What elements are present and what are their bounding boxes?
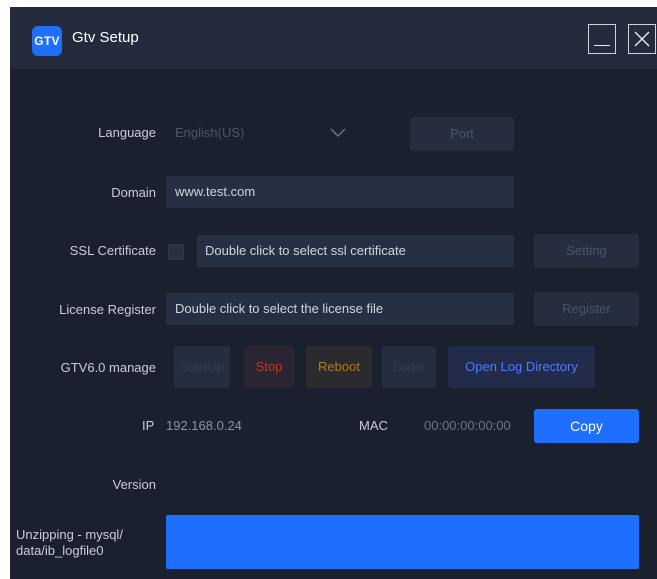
stop-button[interactable]: Stop: [244, 346, 294, 388]
language-selected-value: English(US): [175, 125, 245, 140]
ip-label: IP: [142, 418, 155, 433]
license-register-label: License Register: [59, 302, 156, 317]
setup-window: GTV Gtv Setup Language English(US) Port …: [10, 7, 657, 579]
domain-label: Domain: [111, 185, 156, 200]
progress-bar-fill: [166, 515, 639, 569]
login-button[interactable]: Login: [382, 346, 436, 388]
open-log-directory-button[interactable]: Open Log Directory: [448, 346, 595, 388]
setting-button[interactable]: Setting: [534, 234, 639, 268]
close-icon: [634, 31, 650, 47]
startup-button[interactable]: StartUp: [174, 346, 230, 388]
title-bar: GTV Gtv Setup: [10, 7, 657, 69]
ssl-certificate-input[interactable]: Double click to select ssl certificate: [197, 235, 514, 267]
gtv-manage-label: GTV6.0 manage: [60, 360, 156, 375]
register-button[interactable]: Register: [534, 292, 639, 326]
ssl-certificate-label: SSL Certificate: [69, 243, 156, 258]
port-button[interactable]: Port: [410, 117, 514, 151]
progress-status-label: Unzipping - mysql/ data/ib_logfile0: [16, 527, 123, 558]
license-file-input[interactable]: Double click to select the license file: [166, 293, 514, 325]
gtv-logo-icon: GTV: [32, 26, 62, 56]
minimize-button[interactable]: [588, 24, 616, 54]
language-label: Language: [98, 125, 156, 140]
reboot-button[interactable]: Reboot: [306, 346, 372, 388]
close-button[interactable]: [628, 24, 656, 54]
domain-input[interactable]: www.test.com: [166, 176, 514, 208]
ssl-checkbox[interactable]: [168, 244, 184, 260]
copy-button[interactable]: Copy: [534, 409, 639, 443]
version-label: Version: [112, 477, 156, 492]
language-select[interactable]: English(US): [166, 117, 354, 149]
mac-value: 00:00:00:00:00: [424, 418, 511, 433]
mac-label: MAC: [359, 418, 388, 433]
progress-bar: [166, 515, 639, 569]
window-title: Gtv Setup: [72, 29, 139, 46]
ip-value: 192.168.0.24: [166, 418, 242, 433]
chevron-down-icon: [330, 128, 346, 138]
